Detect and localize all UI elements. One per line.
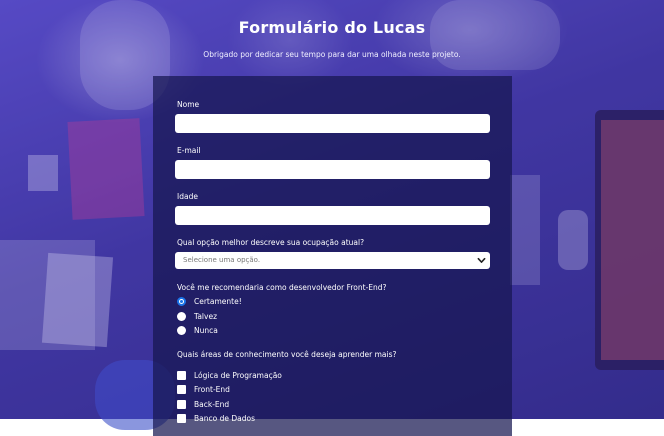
option-label: Certamente!: [194, 297, 242, 306]
option-label: Nunca: [194, 326, 218, 335]
email-input[interactable]: [175, 160, 490, 179]
radio-button-checked[interactable]: [177, 297, 186, 306]
recommend-label: Você me recomendaria como desenvolvedor …: [177, 283, 387, 292]
email-label: E-mail: [177, 146, 201, 155]
recommend-option-certamente[interactable]: Certamente!: [177, 296, 242, 307]
checkbox[interactable]: [177, 400, 186, 409]
chevron-down-icon: [477, 257, 486, 263]
occupation-select-value: Selecione uma opção.: [183, 256, 261, 264]
areas-option-frontend[interactable]: Front-End: [177, 384, 230, 395]
radio-button[interactable]: [177, 312, 186, 321]
areas-label: Quais áreas de conhecimento você deseja …: [177, 350, 397, 359]
page-subtitle: Obrigado por dedicar seu tempo para dar …: [203, 50, 461, 59]
checkbox[interactable]: [177, 385, 186, 394]
age-label: Idade: [177, 192, 198, 201]
option-label: Back-End: [194, 400, 230, 409]
age-input[interactable]: [175, 206, 490, 225]
recommend-option-talvez[interactable]: Talvez: [177, 311, 217, 322]
page-title: Formulário do Lucas: [238, 18, 426, 37]
areas-option-backend[interactable]: Back-End: [177, 399, 229, 410]
name-input[interactable]: [175, 114, 490, 133]
occupation-label: Qual opção melhor descreve sua ocupação …: [177, 238, 365, 247]
checkbox[interactable]: [177, 371, 186, 380]
areas-option-logica[interactable]: Lógica de Programação: [177, 370, 282, 381]
recommend-option-nunca[interactable]: Nunca: [177, 325, 218, 336]
option-label: Lógica de Programação: [194, 371, 282, 380]
radio-button[interactable]: [177, 326, 186, 335]
survey-form: Nome E-mail Idade Qual opção melhor desc…: [153, 76, 512, 436]
occupation-select[interactable]: Selecione uma opção.: [175, 252, 490, 269]
option-label: Front-End: [194, 385, 230, 394]
name-label: Nome: [177, 100, 200, 109]
option-label: Talvez: [194, 312, 218, 321]
